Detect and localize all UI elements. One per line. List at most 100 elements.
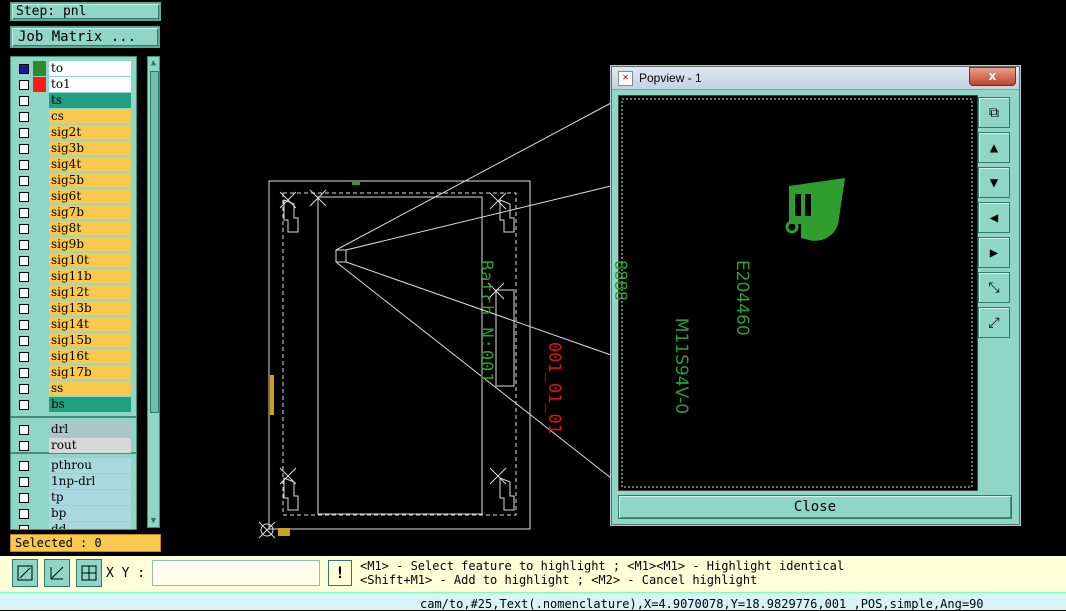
- layer-name[interactable]: sig11b: [49, 269, 131, 284]
- layer-color-swatch[interactable]: [33, 365, 46, 380]
- layer-checkbox[interactable]: [19, 461, 29, 471]
- layer-checkbox[interactable]: [19, 208, 29, 218]
- layer-name[interactable]: sig5b: [49, 173, 131, 188]
- layer-checkbox[interactable]: [19, 96, 29, 106]
- layer-name[interactable]: sig14t: [49, 317, 131, 332]
- layer-color-swatch[interactable]: [33, 237, 46, 252]
- layer-checkbox[interactable]: [19, 425, 29, 435]
- layer-color-swatch[interactable]: [33, 285, 46, 300]
- layer-checkbox[interactable]: [19, 128, 29, 138]
- layer-name[interactable]: sig9b: [49, 237, 131, 252]
- layer-name[interactable]: ss: [49, 381, 131, 396]
- layer-row-1np-drl[interactable]: 1np-drl: [15, 474, 134, 489]
- layer-color-swatch[interactable]: [33, 109, 46, 124]
- pan-up-button[interactable]: ▲: [978, 132, 1010, 163]
- layer-color-swatch[interactable]: [33, 61, 46, 76]
- pan-left-button[interactable]: ◀: [978, 202, 1010, 233]
- layer-checkbox[interactable]: [19, 509, 29, 519]
- layer-color-swatch[interactable]: [33, 189, 46, 204]
- xy-input[interactable]: [152, 560, 320, 586]
- layer-checkbox[interactable]: [19, 144, 29, 154]
- layer-checkbox[interactable]: [19, 160, 29, 170]
- layer-row-sig14t[interactable]: sig14t: [15, 317, 134, 332]
- layer-color-swatch[interactable]: [33, 141, 46, 156]
- layer-row-pthrou[interactable]: pthrou: [15, 458, 134, 473]
- layer-color-swatch[interactable]: [33, 317, 46, 332]
- layer-name[interactable]: to: [49, 61, 131, 76]
- layer-name[interactable]: sig17b: [49, 365, 131, 380]
- layer-name[interactable]: bp: [49, 506, 131, 521]
- layer-name[interactable]: rout: [49, 438, 131, 453]
- layer-color-swatch[interactable]: [33, 253, 46, 268]
- layer-color-swatch[interactable]: [33, 173, 46, 188]
- layer-name[interactable]: sig13b: [49, 301, 131, 316]
- layer-checkbox[interactable]: [19, 224, 29, 234]
- layer-checkbox[interactable]: [19, 525, 29, 529]
- layer-checkbox[interactable]: [19, 256, 29, 266]
- layer-name[interactable]: sig15b: [49, 333, 131, 348]
- layer-row-sig10t[interactable]: sig10t: [15, 253, 134, 268]
- layer-row-ts[interactable]: ts: [15, 93, 134, 108]
- layer-name[interactable]: to1: [49, 77, 131, 92]
- scroll-up-icon[interactable]: ▲: [149, 58, 158, 68]
- layer-checkbox[interactable]: [19, 352, 29, 362]
- zoom-out-button[interactable]: ⤡: [978, 272, 1010, 303]
- layer-color-swatch[interactable]: [33, 77, 46, 92]
- layer-row-sig12t[interactable]: sig12t: [15, 285, 134, 300]
- pan-down-button[interactable]: ▼: [978, 167, 1010, 198]
- layer-name[interactable]: sig12t: [49, 285, 131, 300]
- layer-row-rout[interactable]: rout: [15, 438, 134, 453]
- popview-canvas[interactable]: E204460 M11S94V-0 8888 001_01_01 Batch N…: [476, 95, 978, 491]
- layer-checkbox[interactable]: [19, 320, 29, 330]
- measure-button[interactable]: [44, 559, 70, 587]
- layer-color-swatch[interactable]: [33, 221, 46, 236]
- scrollbar-thumb[interactable]: [150, 71, 159, 413]
- layer-name[interactable]: sig2t: [49, 125, 131, 140]
- layer-name[interactable]: sig10t: [49, 253, 131, 268]
- zoom-in-button[interactable]: ⤢: [978, 307, 1010, 338]
- layer-row-tp[interactable]: tp: [15, 490, 134, 505]
- layer-color-swatch[interactable]: [33, 301, 46, 316]
- layer-color-swatch[interactable]: [33, 157, 46, 172]
- layer-row-ss[interactable]: ss: [15, 381, 134, 396]
- layer-row-sig8t[interactable]: sig8t: [15, 221, 134, 236]
- layer-name[interactable]: cs: [49, 109, 131, 124]
- layer-row-sig15b[interactable]: sig15b: [15, 333, 134, 348]
- layer-row-sig5b[interactable]: sig5b: [15, 173, 134, 188]
- layer-row-to[interactable]: to: [15, 61, 134, 76]
- copy-view-button[interactable]: ⧉: [978, 97, 1010, 128]
- layer-row-dd[interactable]: dd: [15, 522, 134, 529]
- layer-color-swatch[interactable]: [33, 506, 46, 521]
- layer-checkbox[interactable]: [19, 441, 29, 451]
- layer-row-sig17b[interactable]: sig17b: [15, 365, 134, 380]
- popview-titlebar[interactable]: ✕ Popview - 1 x: [612, 67, 1019, 90]
- layer-checkbox[interactable]: [19, 288, 29, 298]
- layer-name[interactable]: sig8t: [49, 221, 131, 236]
- layer-name[interactable]: tp: [49, 490, 131, 505]
- scroll-down-icon[interactable]: ▼: [149, 516, 158, 526]
- layer-checkbox[interactable]: [19, 384, 29, 394]
- snap-grid-button[interactable]: [76, 559, 102, 587]
- layer-color-swatch[interactable]: [33, 458, 46, 473]
- layer-checkbox[interactable]: [19, 304, 29, 314]
- layer-checkbox[interactable]: [19, 272, 29, 282]
- layer-checkbox[interactable]: [19, 80, 29, 90]
- layer-row-sig3b[interactable]: sig3b: [15, 141, 134, 156]
- layer-color-swatch[interactable]: [33, 397, 46, 412]
- layer-checkbox[interactable]: [19, 400, 29, 410]
- layer-color-swatch[interactable]: [33, 269, 46, 284]
- layer-color-swatch[interactable]: [33, 349, 46, 364]
- layer-checkbox[interactable]: [19, 368, 29, 378]
- layer-name[interactable]: bs: [49, 397, 131, 412]
- layer-row-sig2t[interactable]: sig2t: [15, 125, 134, 140]
- layer-color-swatch[interactable]: [33, 381, 46, 396]
- layer-name[interactable]: sig4t: [49, 157, 131, 172]
- layer-color-swatch[interactable]: [33, 93, 46, 108]
- layer-color-swatch[interactable]: [33, 125, 46, 140]
- layer-checkbox[interactable]: [19, 240, 29, 250]
- layer-name[interactable]: sig3b: [49, 141, 131, 156]
- job-matrix-button[interactable]: Job Matrix ...: [10, 26, 160, 48]
- zoom-fit-button[interactable]: [12, 559, 38, 587]
- layer-checkbox[interactable]: [19, 477, 29, 487]
- layer-name[interactable]: 1np-drl: [49, 474, 131, 489]
